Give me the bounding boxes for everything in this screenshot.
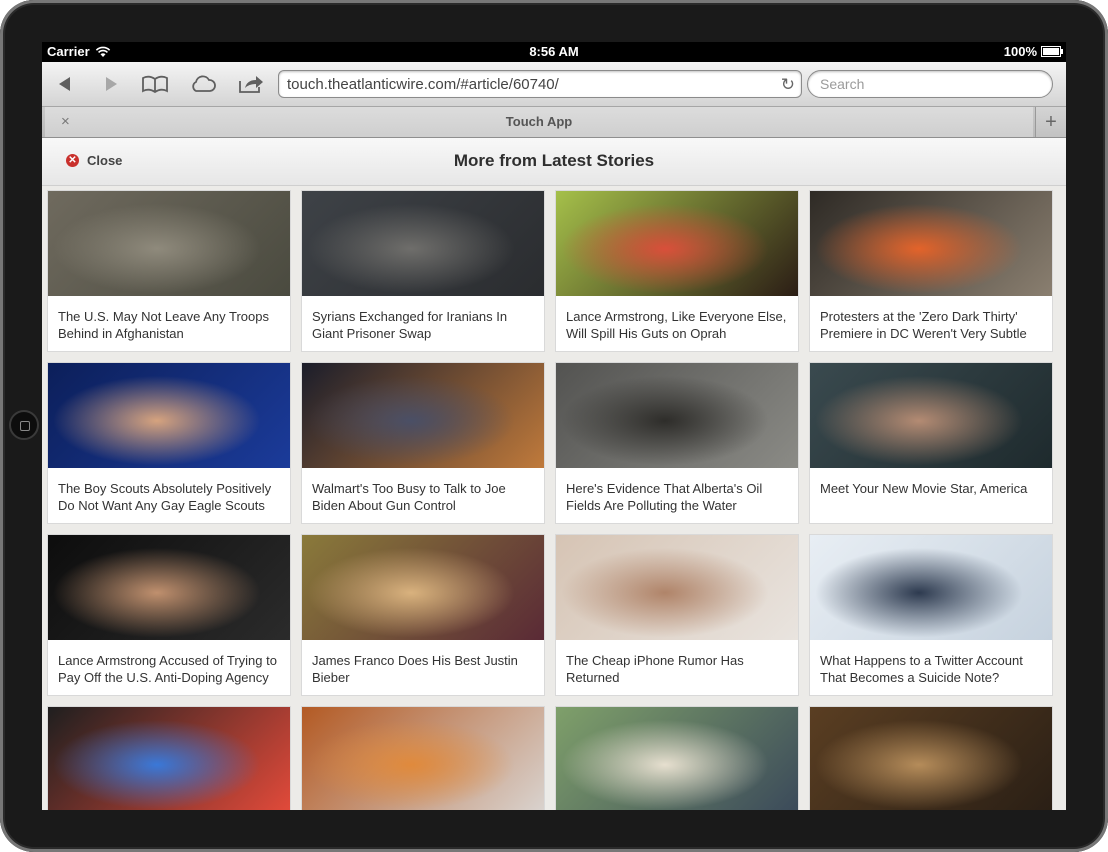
story-card[interactable]: The Boy Scouts Absolutely Positively Do … [47,362,291,524]
story-thumbnail [556,363,798,468]
story-title: The Boy Scouts Absolutely Positively Do … [58,481,272,513]
bookmarks-icon[interactable] [140,72,170,96]
page-title: More from Latest Stories [453,151,655,170]
share-icon[interactable] [236,72,266,96]
story-card[interactable]: Lance Armstrong, Like Everyone Else, Wil… [555,190,799,352]
story-thumbnail [810,707,1052,810]
forward-icon[interactable] [96,72,126,96]
story-title: The U.S. May Not Leave Any Troops Behind… [58,309,269,341]
story-thumbnail [556,707,798,810]
story-thumbnail [48,535,290,640]
new-tab-button[interactable]: + [1035,107,1066,137]
story-card[interactable] [809,706,1053,810]
story-card[interactable]: Meet Your New Movie Star, America [809,362,1053,524]
story-thumbnail [810,191,1052,296]
status-bar: Carrier 8:56 AM 100% [42,42,1066,62]
story-title: Walmart's Too Busy to Talk to Joe Biden … [312,481,506,513]
search-input[interactable] [818,75,1042,93]
reload-icon[interactable]: ↻ [781,75,795,95]
battery-indicator: 100% [1003,44,1063,59]
story-card[interactable]: Protesters at the 'Zero Dark Thirty' Pre… [809,190,1053,352]
clock: 8:56 AM [529,44,579,59]
story-card[interactable] [555,706,799,810]
story-thumbnail [48,363,290,468]
page-header: ✕ Close More from Latest Stories [42,138,1066,186]
story-thumbnail [302,707,544,810]
story-card[interactable]: What Happens to a Twitter Account That B… [809,534,1053,696]
story-title: Meet Your New Movie Star, America [820,481,1028,496]
tab-title: Touch App [505,114,573,129]
story-thumbnail [302,363,544,468]
browser-toolbar: touch.theatlanticwire.com/#article/60740… [42,62,1066,107]
search-field[interactable] [807,70,1053,98]
story-card[interactable]: The U.S. May Not Leave Any Troops Behind… [47,190,291,352]
home-button[interactable] [9,410,39,440]
story-title: What Happens to a Twitter Account That B… [820,653,1023,685]
story-card[interactable]: Lance Armstrong Accused of Trying to Pay… [47,534,291,696]
story-title: The Cheap iPhone Rumor Has Returned [566,653,744,685]
address-bar[interactable]: touch.theatlanticwire.com/#article/60740… [278,70,802,98]
tab-bar: × Touch App + [42,107,1066,138]
story-title: Syrians Exchanged for Iranians In Giant … [312,309,508,341]
story-title: Lance Armstrong Accused of Trying to Pay… [58,653,277,685]
story-thumbnail [810,363,1052,468]
story-thumbnail [302,191,544,296]
story-title: James Franco Does His Best Justin Bieber [312,653,518,685]
story-thumbnail [556,191,798,296]
story-card[interactable] [47,706,291,810]
story-card[interactable]: Here's Evidence That Alberta's Oil Field… [555,362,799,524]
battery-percent: 100% [1003,44,1037,59]
story-card[interactable]: James Franco Does His Best Justin Bieber [301,534,545,696]
story-title: Here's Evidence That Alberta's Oil Field… [566,481,763,513]
tab-touch-app[interactable]: × Touch App [45,107,1033,137]
back-icon[interactable] [50,72,80,96]
url-text: touch.theatlanticwire.com/#article/60740… [287,76,559,93]
story-card[interactable]: Walmart's Too Busy to Talk to Joe Biden … [301,362,545,524]
web-page: ✕ Close More from Latest Stories The U.S… [42,138,1066,810]
story-card[interactable]: The Cheap iPhone Rumor Has Returned [555,534,799,696]
story-thumbnail [302,535,544,640]
story-thumbnail [810,535,1052,640]
battery-icon [1041,46,1063,57]
screen: Carrier 8:56 AM 100% touch.theatlanticwi… [42,42,1066,810]
story-card[interactable] [301,706,545,810]
cloud-icon[interactable] [188,72,218,96]
story-title: Protesters at the 'Zero Dark Thirty' Pre… [820,309,1027,341]
story-thumbnail [48,707,290,810]
story-thumbnail [556,535,798,640]
story-card[interactable]: Syrians Exchanged for Iranians In Giant … [301,190,545,352]
ipad-frame: Carrier 8:56 AM 100% touch.theatlanticwi… [0,0,1108,852]
story-thumbnail [48,191,290,296]
story-title: Lance Armstrong, Like Everyone Else, Wil… [566,309,787,341]
